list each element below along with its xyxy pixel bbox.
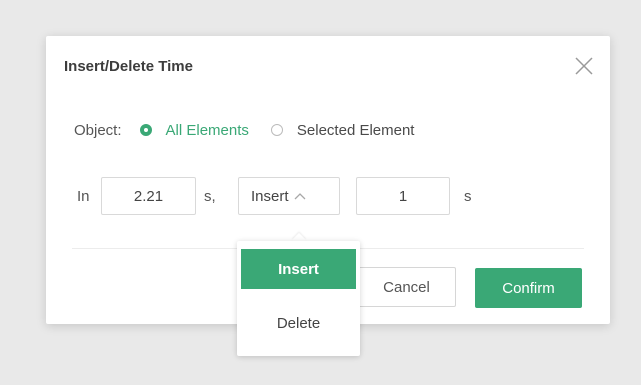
dropdown-option-insert[interactable]: Insert: [241, 249, 356, 289]
radio-selected-element[interactable]: Selected Element: [270, 121, 415, 139]
dropdown-option-delete[interactable]: Delete: [241, 303, 356, 343]
close-icon: [575, 57, 593, 75]
amount-input[interactable]: 1: [356, 177, 450, 215]
in-label: In: [77, 188, 90, 205]
radio-all-elements[interactable]: All Elements: [139, 121, 249, 139]
amount-unit-label: s: [464, 188, 472, 205]
radio-selected-icon: [139, 124, 152, 136]
radio-unselected-icon: [270, 124, 283, 136]
close-button[interactable]: [572, 54, 596, 78]
chevron-up-icon: [294, 193, 305, 200]
radio-all-elements-label: All Elements: [165, 121, 249, 139]
object-row: Object: All Elements Selected Element: [74, 119, 436, 141]
confirm-button[interactable]: Confirm: [475, 268, 582, 308]
dialog-title: Insert/Delete Time: [64, 58, 193, 75]
object-label: Object:: [74, 121, 122, 139]
mode-select-value: Insert: [251, 187, 289, 205]
mode-dropdown-menu: Insert Delete: [237, 241, 360, 356]
position-unit-label: s,: [204, 188, 216, 205]
mode-select[interactable]: Insert: [238, 177, 340, 215]
radio-selected-element-label: Selected Element: [296, 121, 415, 139]
cancel-button[interactable]: Cancel: [357, 267, 456, 307]
position-input[interactable]: 2.21: [101, 177, 196, 215]
